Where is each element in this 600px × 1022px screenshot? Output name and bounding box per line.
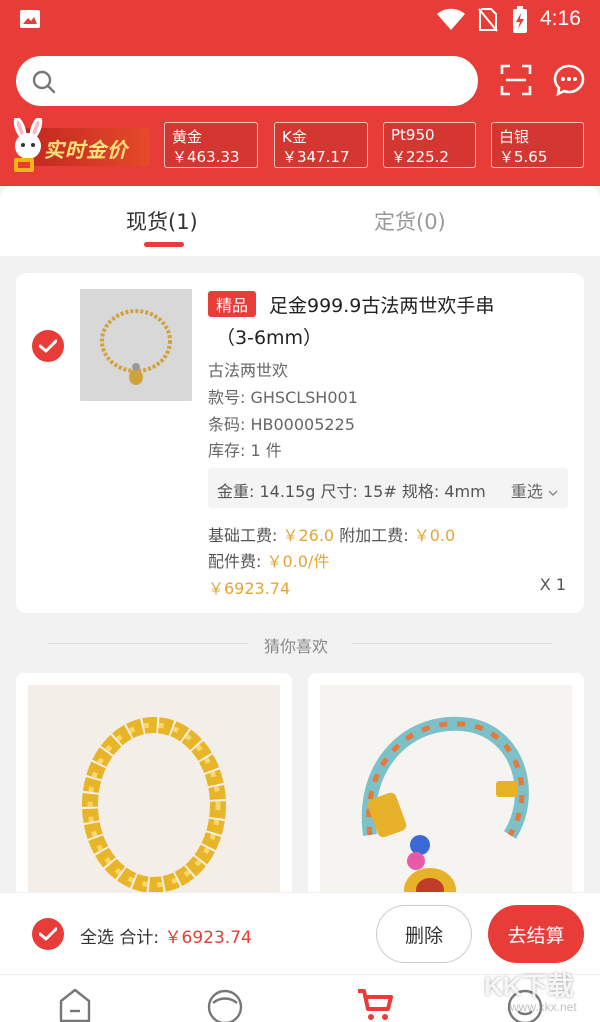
parts-fee-line: 配件费: ￥0.0/件 <box>208 548 329 572</box>
item-checkbox[interactable] <box>32 330 64 362</box>
product-thumbnail[interactable] <box>80 289 192 401</box>
product-title[interactable]: 足金999.9古法两世欢手串 <box>269 291 494 318</box>
extra-fee-value: ￥0.0 <box>413 526 456 545</box>
checkout-bar: 全选 合计: ￥6923.74 删除 去结算 <box>0 892 600 974</box>
bracelet-image <box>80 289 192 401</box>
fee-line: 基础工费: ￥26.0 附加工费: ￥0.0 <box>208 522 455 546</box>
chevron-down-icon <box>548 490 558 496</box>
product-stock: 库存: 1 件 <box>208 441 282 460</box>
select-all-total: 全选 合计: ￥6923.74 <box>80 923 252 948</box>
reselect-button[interactable]: 重选 <box>511 478 558 502</box>
clock: 4:16 <box>540 7 581 30</box>
image-icon <box>20 10 40 28</box>
divider <box>352 643 552 644</box>
spec-selector[interactable]: 金重: 14.15g 尺寸: 15# 规格: 4mm 重选 <box>208 468 568 508</box>
select-all-checkbox[interactable] <box>32 918 64 950</box>
price-name: 黄金 <box>172 128 203 146</box>
recommend-card-1[interactable] <box>16 673 292 913</box>
message-icon[interactable] <box>553 64 585 96</box>
recommend-image-1 <box>28 685 280 913</box>
cart-tabs: 现货(1) 定货(0) <box>0 186 600 256</box>
status-bar: 4:16 <box>0 0 600 40</box>
price-value: ￥5.65 <box>499 148 548 166</box>
battery-charging-icon <box>513 6 527 33</box>
check-icon <box>39 339 57 353</box>
base-fee-label: 基础工费: <box>208 526 283 545</box>
tab-order[interactable]: 定货(0) <box>374 206 446 236</box>
product-barcode: 条码: HB00005225 <box>208 415 355 434</box>
search-input[interactable] <box>16 56 478 106</box>
price-silver[interactable]: 白银 ￥5.65 <box>491 122 584 168</box>
recommend-title: 猜你喜欢 <box>264 637 329 656</box>
price-value: ￥347.17 <box>282 148 350 166</box>
realtime-price-label: 实时金价 <box>44 138 128 162</box>
price-pt950[interactable]: Pt950 ￥225.2 <box>383 122 476 168</box>
wifi-icon <box>437 8 465 30</box>
braided-bracelet-image <box>320 685 572 913</box>
price-k-gold[interactable]: K金 ￥347.17 <box>274 122 368 168</box>
parts-fee-value: ￥0.0/件 <box>266 552 330 571</box>
base-fee-value: ￥26.0 <box>282 526 335 545</box>
delete-button[interactable]: 删除 <box>376 905 472 963</box>
product-series: 古法两世欢 <box>208 361 289 380</box>
gold-bead-bracelet-image <box>28 685 280 913</box>
cart-item-card: 精品 足金999.9古法两世欢手串 （3-6mm） 古法两世欢 款号: GHSC… <box>16 273 584 613</box>
product-title-line2[interactable]: （3-6mm） <box>216 323 322 350</box>
price-gold[interactable]: 黄金 ￥463.33 <box>164 122 258 168</box>
price-name: 白银 <box>499 128 530 146</box>
divider <box>48 643 248 644</box>
realtime-price-badge[interactable]: 实时金价 <box>0 118 150 172</box>
watermark-url: www.kkx.net <box>510 1000 577 1014</box>
recommend-image-2 <box>320 685 572 913</box>
reselect-label: 重选 <box>510 482 543 501</box>
tab-indicator <box>144 242 184 247</box>
parts-fee-label: 配件费: <box>208 552 267 571</box>
price-value: ￥463.33 <box>172 148 240 166</box>
home-icon[interactable] <box>58 987 92 1022</box>
price-value: ￥225.2 <box>391 148 449 166</box>
price-name: Pt950 <box>391 126 435 144</box>
total-amount: ￥6923.74 <box>164 928 252 948</box>
select-all-label[interactable]: 全选 合计: <box>80 928 165 948</box>
tab-spot[interactable]: 现货(1) <box>126 206 198 236</box>
scan-icon[interactable] <box>500 64 532 96</box>
price-name: K金 <box>282 128 307 146</box>
product-style-no: 款号: GHSCLSH001 <box>208 388 358 407</box>
item-price: ￥6923.74 <box>208 579 291 598</box>
search-icon <box>32 70 56 94</box>
gold-price-bar: 实时金价 黄金 ￥463.33 K金 ￥347.17 Pt950 ￥225.2 … <box>0 110 600 176</box>
checkout-button[interactable]: 去结算 <box>488 905 584 963</box>
spec-text: 金重: 14.15g 尺寸: 15# 规格: 4mm <box>217 482 486 501</box>
premium-badge: 精品 <box>208 291 257 317</box>
category-icon[interactable] <box>206 987 244 1022</box>
check-icon <box>39 927 57 941</box>
cart-icon[interactable] <box>356 987 394 1022</box>
item-quantity: X 1 <box>539 575 566 594</box>
recommend-card-2[interactable] <box>308 673 584 913</box>
header: 4:16 实时金价 黄金 ￥463.33 K金 ￥347.17 Pt950 ￥2… <box>0 0 600 186</box>
extra-fee-label: 附加工费: <box>334 526 414 545</box>
watermark-logo: KK下载 <box>484 971 574 1001</box>
no-sim-icon <box>478 8 498 32</box>
